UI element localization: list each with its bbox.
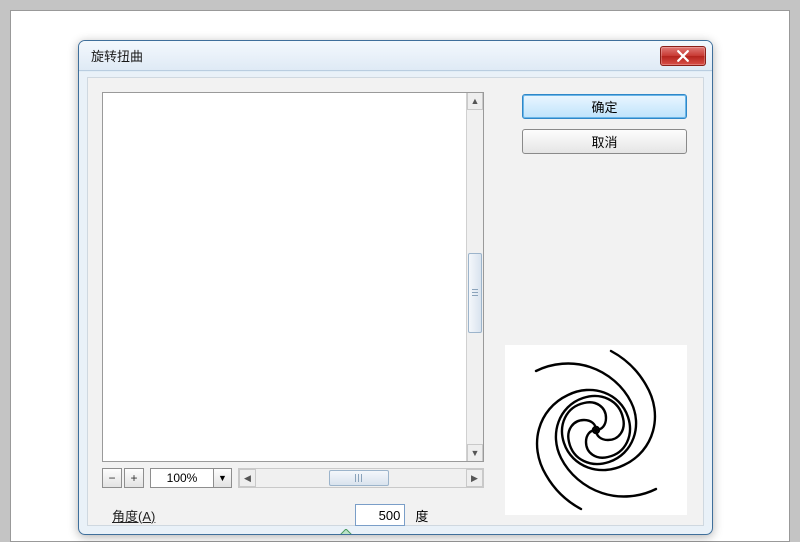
- twirl-dialog: 旋转扭曲 ▲ ▼ − + 100% ▼ ◀ ▶: [78, 40, 713, 535]
- result-thumbnail: [505, 345, 687, 515]
- horizontal-scroll-thumb[interactable]: [329, 470, 389, 486]
- dialog-title: 旋转扭曲: [91, 46, 660, 65]
- angle-input[interactable]: [355, 504, 405, 526]
- scroll-left-button[interactable]: ◀: [239, 469, 256, 487]
- scroll-down-button[interactable]: ▼: [467, 444, 483, 461]
- preview-panel[interactable]: ▲ ▼: [102, 92, 484, 462]
- vertical-scrollbar[interactable]: ▲ ▼: [466, 93, 483, 461]
- zoom-bar: − + 100% ▼ ◀ ▶: [102, 468, 484, 490]
- slider-thumb[interactable]: [340, 529, 352, 535]
- zoom-dropdown-button[interactable]: ▼: [214, 468, 232, 488]
- ok-button[interactable]: 确定: [522, 94, 687, 119]
- swirl-icon: [505, 345, 687, 515]
- horizontal-scrollbar[interactable]: ◀ ▶: [238, 468, 484, 488]
- angle-slider[interactable]: [112, 530, 484, 535]
- dialog-body: ▲ ▼ − + 100% ▼ ◀ ▶ 角度(A) 度: [87, 77, 704, 526]
- vertical-scroll-thumb[interactable]: [468, 253, 482, 333]
- button-column: 确定 取消: [522, 94, 687, 154]
- angle-label[interactable]: 角度(A): [112, 506, 155, 525]
- cancel-button[interactable]: 取消: [522, 129, 687, 154]
- angle-unit: 度: [415, 506, 428, 525]
- close-icon: [677, 50, 689, 62]
- scroll-up-button[interactable]: ▲: [467, 93, 483, 110]
- scroll-right-button[interactable]: ▶: [466, 469, 483, 487]
- close-button[interactable]: [660, 46, 706, 66]
- zoom-in-button[interactable]: +: [124, 468, 144, 488]
- zoom-out-button[interactable]: −: [102, 468, 122, 488]
- dialog-titlebar[interactable]: 旋转扭曲: [79, 41, 712, 71]
- angle-row: 角度(A) 度: [112, 504, 428, 526]
- zoom-value[interactable]: 100%: [150, 468, 214, 488]
